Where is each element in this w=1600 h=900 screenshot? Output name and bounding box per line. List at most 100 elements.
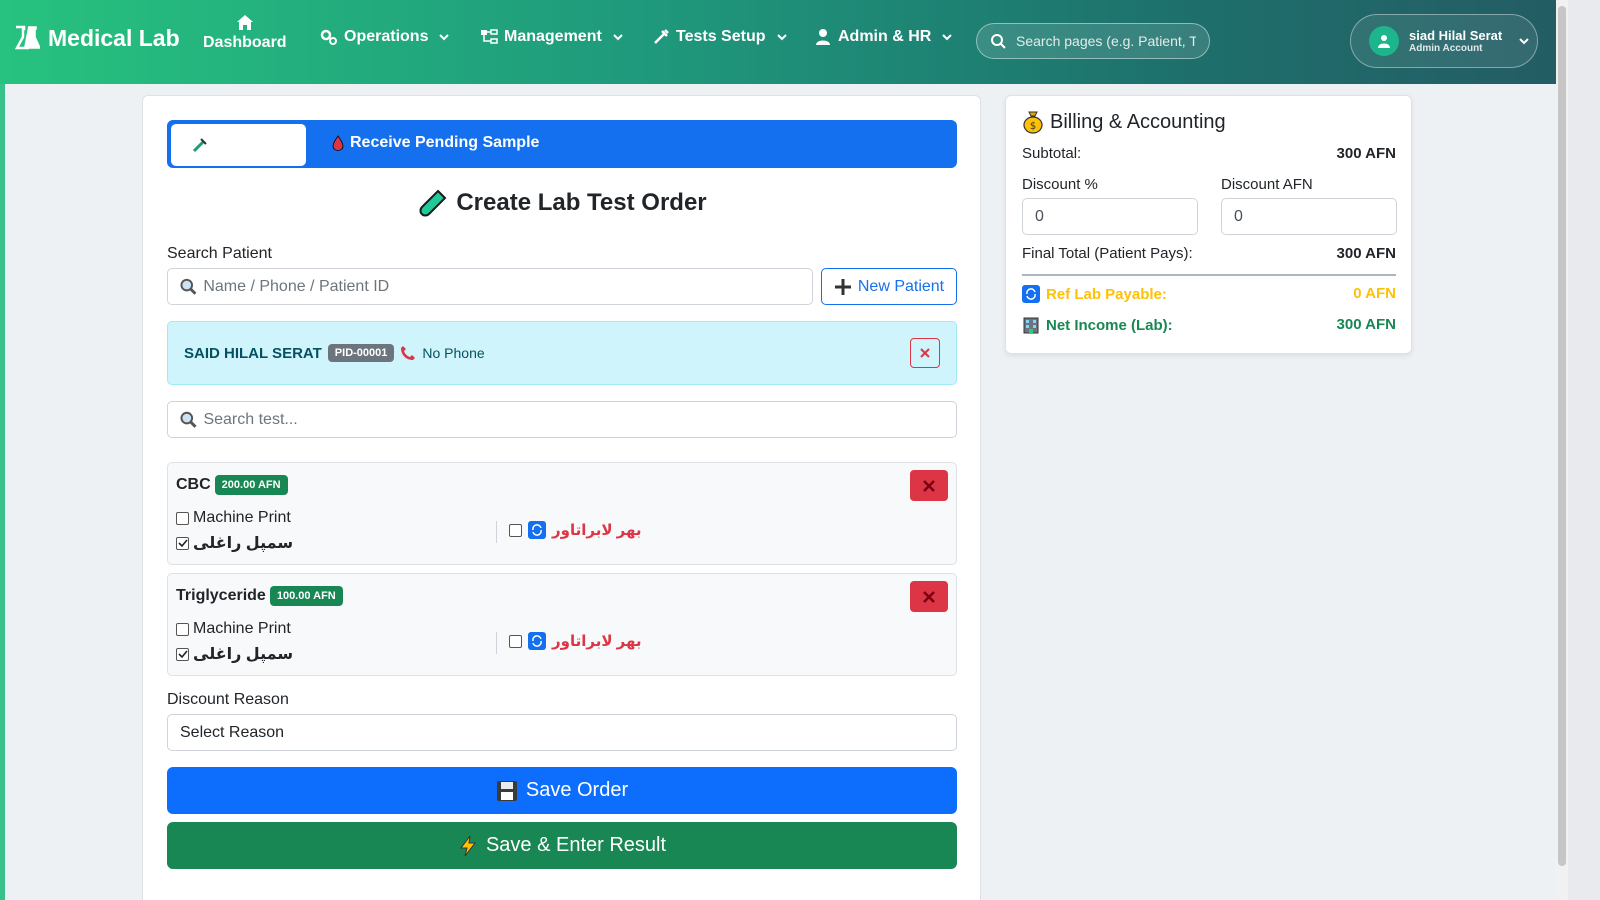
billing-title-text: Billing & Accounting (1050, 110, 1226, 133)
user-name: siad Hilal Serat (1409, 28, 1503, 43)
brand-name: Medical Lab (48, 24, 180, 51)
search-test-input[interactable] (203, 410, 956, 429)
lightning-icon (459, 835, 476, 856)
discount-pct-box[interactable] (1022, 198, 1198, 235)
save-order-button[interactable]: Save Order (167, 767, 957, 814)
sample-received-option[interactable]: سمپل راغلی (176, 533, 293, 553)
selected-patient: SAID HILAL SERAT PID-00001 No Phone (167, 321, 957, 385)
brand[interactable]: Medical Lab (12, 24, 180, 52)
plus-icon (834, 278, 851, 295)
check-icon (177, 650, 188, 659)
nav-management[interactable]: Management (480, 28, 624, 46)
ref-lab-checkbox[interactable] (509, 634, 522, 648)
net-income-row: Net Income (Lab): 300 AFN (1022, 316, 1396, 334)
avatar (1369, 26, 1399, 56)
divider (496, 632, 497, 654)
nav-management-label: Management (504, 28, 602, 45)
user-tie-icon (816, 29, 830, 45)
order-card: Receive Pending Sample Create Lab Test O… (142, 95, 981, 900)
machine-print-checkbox[interactable] (176, 622, 189, 636)
nav-dashboard-label: Dashboard (203, 34, 287, 51)
search-icon (991, 33, 1006, 49)
sample-received-checkbox[interactable] (176, 536, 189, 550)
close-icon (920, 348, 930, 358)
clear-patient-button[interactable] (910, 338, 940, 368)
flask-icon (14, 25, 40, 50)
subtotal-label: Subtotal: (1022, 145, 1082, 162)
nav-search-input[interactable] (1016, 33, 1196, 49)
scrollbar-thumb[interactable] (1558, 6, 1566, 866)
page-scrollbar[interactable] (1556, 0, 1568, 900)
test-price-badge: 100.00 AFN (269, 586, 343, 606)
sync-icon (528, 521, 546, 539)
search-icon (180, 278, 197, 295)
gears-icon (320, 29, 337, 45)
save-enter-result-button[interactable]: Save & Enter Result (167, 822, 957, 869)
check-icon (177, 539, 188, 548)
remove-test-button[interactable] (910, 470, 948, 501)
test-price-badge: 200.00 AFN (214, 475, 288, 495)
ref-lab-checkbox[interactable] (509, 523, 522, 537)
sample-received-label: سمپل راغلی (193, 535, 294, 552)
nav-dashboard[interactable]: Dashboard (203, 14, 287, 52)
final-total-label: Final Total (Patient Pays): (1022, 245, 1193, 262)
nav-operations[interactable]: Operations (320, 28, 450, 46)
search-test-box[interactable] (167, 401, 957, 438)
svg-text:$: $ (1030, 121, 1036, 132)
discount-reason-value: Select Reason (180, 723, 285, 741)
search-patient-input[interactable] (203, 277, 812, 296)
machine-print-label: Machine Print (193, 620, 291, 637)
test-tube-icon (419, 189, 447, 217)
syringe-icon (654, 29, 669, 44)
test-item-cbc: CBC 200.00 AFN Machine Print سمپل راغلی … (167, 462, 957, 565)
nav-admin-hr[interactable]: Admin & HR (814, 28, 953, 46)
phone-icon (401, 346, 416, 360)
page-title-text: Create Lab Test Order (456, 189, 707, 216)
ref-payable-row: Ref Lab Payable: 0 AFN (1022, 285, 1396, 303)
chevron-down-icon (613, 34, 623, 41)
nav-tests-setup[interactable]: Tests Setup (652, 28, 788, 46)
close-icon (923, 590, 935, 603)
divider (496, 521, 497, 543)
machine-print-checkbox[interactable] (176, 511, 189, 525)
sample-received-checkbox[interactable] (176, 647, 189, 661)
machine-print-option[interactable]: Machine Print (176, 509, 291, 527)
chevron-down-icon (942, 34, 953, 41)
chevron-down-icon (1519, 38, 1529, 45)
sample-received-option[interactable]: سمپل راغلی (176, 644, 293, 664)
close-icon (923, 479, 935, 492)
billing-card: $ Billing & Accounting Subtotal: 300 AFN… (1005, 95, 1412, 354)
test-item-triglyceride: Triglyceride 100.00 AFN Machine Print سم… (167, 573, 957, 676)
discount-reason-label: Discount Reason (167, 691, 289, 708)
syringe-icon (192, 138, 207, 153)
ref-lab-option[interactable]: بهر لابراتاور (509, 521, 642, 539)
remove-test-button[interactable] (910, 581, 948, 612)
nav-search-box[interactable] (976, 23, 1210, 59)
chevron-down-icon (439, 34, 450, 41)
user-menu[interactable]: siad Hilal Serat Admin Account (1350, 14, 1538, 68)
tab-receive-pending-sample[interactable]: Receive Pending Sample (332, 134, 539, 152)
discount-afn-input[interactable] (1234, 207, 1396, 226)
test-name: CBC 200.00 AFN (176, 475, 288, 495)
machine-print-option[interactable]: Machine Print (176, 620, 291, 638)
left-edge-strip (0, 84, 5, 900)
page-title: Create Lab Test Order (143, 188, 982, 218)
discount-pct-input[interactable] (1035, 207, 1197, 226)
divider (1022, 274, 1396, 276)
discount-pct-label: Discount % (1022, 176, 1098, 193)
discount-afn-label: Discount AFN (1221, 176, 1313, 193)
discount-afn-box[interactable] (1221, 198, 1397, 235)
new-patient-label: New Patient (857, 277, 945, 295)
subtotal-value: 300 AFN (1336, 145, 1396, 162)
ref-lab-label: بهر لابراتاور (552, 522, 642, 539)
sync-icon (528, 632, 546, 650)
search-patient-box[interactable] (167, 268, 813, 305)
building-icon (1023, 317, 1039, 334)
new-patient-button[interactable]: New Patient (821, 268, 957, 305)
sync-icon (1022, 285, 1040, 303)
ref-payable-value: 0 AFN (1353, 285, 1396, 302)
discount-reason-select[interactable]: Select Reason (167, 714, 957, 751)
tab-create-order[interactable] (171, 124, 306, 166)
net-income-label: Net Income (Lab): (1046, 316, 1173, 334)
ref-lab-option[interactable]: بهر لابراتاور (509, 632, 642, 650)
